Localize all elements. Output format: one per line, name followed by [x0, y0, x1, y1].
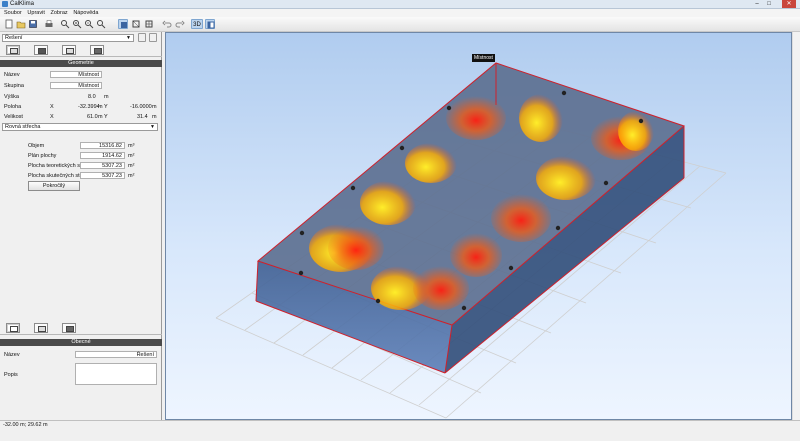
size-y-value[interactable]: 31.4 [137, 114, 148, 120]
pin-icon[interactable] [138, 33, 146, 42]
box-view-icon[interactable] [131, 19, 141, 29]
tab-openings[interactable] [62, 45, 76, 55]
zoom-fit-icon[interactable] [96, 19, 106, 29]
general-header: Obecné [0, 339, 162, 346]
tab-walls[interactable] [34, 45, 48, 55]
position-label: Poloha [4, 104, 22, 110]
height-unit: m [104, 94, 109, 100]
position-x-label: X [50, 104, 54, 110]
status-bar: -32.00 m; 29.62 m [0, 420, 800, 441]
position-y-label: m Y [98, 104, 108, 110]
title-bar: CalKlima – □ ✕ [0, 0, 800, 9]
roof-type-select[interactable]: Rovná střecha ▼ [2, 123, 158, 131]
menu-item-napoveda[interactable]: Nápověda [73, 9, 98, 17]
volume-value: 15316.82 [80, 142, 125, 149]
group-label: Skupina [4, 83, 24, 89]
actual-walls-unit: m² [128, 173, 135, 179]
open-folder-icon[interactable] [16, 19, 26, 29]
room-3d-scene[interactable] [166, 33, 792, 420]
geometry-header: Geometrie [0, 60, 162, 67]
group-field[interactable]: Místnost [50, 82, 102, 89]
new-file-icon[interactable] [4, 19, 14, 29]
size-label: Velikost [4, 114, 23, 120]
solution-selector[interactable]: Řešení ▼ [2, 34, 134, 42]
height-label: Výška [4, 94, 19, 100]
roof-type-value: Rovná střecha [5, 124, 41, 130]
name-label: Název [4, 72, 20, 78]
position-x-value[interactable]: -32.3994 [78, 104, 100, 110]
panel-toggle-icon[interactable] [205, 19, 215, 29]
tab-export[interactable] [62, 323, 76, 333]
tab-room[interactable] [6, 45, 20, 55]
menu-item-upravit[interactable]: Upravit [27, 9, 44, 17]
split-view-icon[interactable] [144, 19, 154, 29]
theoretical-walls-label: Plocha teoretických stěn [28, 163, 88, 169]
solution-selector-value: Řešení [5, 35, 23, 41]
advanced-button[interactable]: Pokročilý [28, 181, 80, 191]
close-panel-icon[interactable] [149, 33, 157, 42]
chevron-down-icon: ▼ [150, 124, 155, 130]
height-value[interactable]: 8.0 [88, 94, 96, 100]
solution-name-label: Název [4, 352, 20, 358]
app-icon [2, 1, 8, 7]
grid-view-icon[interactable] [118, 19, 128, 29]
toolbar: 3D [0, 17, 800, 32]
tab-import[interactable] [34, 323, 48, 333]
redo-icon[interactable] [175, 19, 185, 29]
actual-walls-label: Plocha skutečných stěn [28, 173, 86, 179]
tab-general[interactable] [6, 323, 20, 333]
position-y-value[interactable]: -16.0000 [130, 104, 152, 110]
floor-area-value: 1914.62 [80, 152, 125, 159]
zoom-icon[interactable] [60, 19, 70, 29]
chevron-down-icon: ▼ [126, 35, 131, 41]
view-3d-button[interactable]: 3D [191, 19, 203, 29]
zoom-out-icon[interactable] [84, 19, 94, 29]
undo-icon[interactable] [162, 19, 172, 29]
description-field[interactable] [75, 363, 157, 385]
minimize-button[interactable]: – [752, 0, 762, 8]
cursor-coordinates: -32.00 m; 29.62 m [3, 422, 48, 428]
object-tabs [0, 44, 162, 57]
actual-walls-value: 5307.23 [80, 172, 125, 179]
theoretical-walls-unit: m² [128, 163, 135, 169]
room-label[interactable]: Místnost [472, 54, 495, 62]
properties-panel: Řešení ▼ Geometrie Název Místnost Skupin… [0, 32, 162, 420]
name-field[interactable]: Místnost [50, 71, 102, 78]
size-x-value[interactable]: 61.0 [87, 114, 98, 120]
volume-unit: m³ [128, 143, 135, 149]
close-button[interactable]: ✕ [782, 0, 796, 8]
theoretical-walls-value: 5307.23 [80, 162, 125, 169]
floor-area-unit: m² [128, 153, 135, 159]
position-unit: m [152, 104, 157, 110]
zoom-in-icon[interactable] [72, 19, 82, 29]
tab-devices[interactable] [90, 45, 104, 55]
description-label: Popis [4, 372, 18, 378]
print-icon[interactable] [44, 19, 54, 29]
volume-label: Objem [28, 143, 45, 149]
window-title: CalKlima [10, 1, 35, 7]
menu-item-zobraz[interactable]: Zobraz [51, 9, 68, 17]
size-unit: m [152, 114, 157, 120]
solution-name-field[interactable]: Řešení [75, 351, 157, 358]
3d-viewport[interactable]: Místnost [165, 32, 792, 420]
size-x-label: X [50, 114, 54, 120]
menu-item-soubor[interactable]: Soubor [4, 9, 22, 17]
viewport-scrollbar[interactable] [792, 32, 800, 420]
maximize-button[interactable]: □ [764, 0, 774, 8]
floor-area-label: Plán plochy [28, 153, 57, 159]
save-icon[interactable] [28, 19, 38, 29]
bottom-tabs [0, 322, 162, 335]
menu-bar: Soubor Upravit Zobraz Nápověda [0, 9, 800, 17]
size-y-label: m Y [98, 114, 108, 120]
